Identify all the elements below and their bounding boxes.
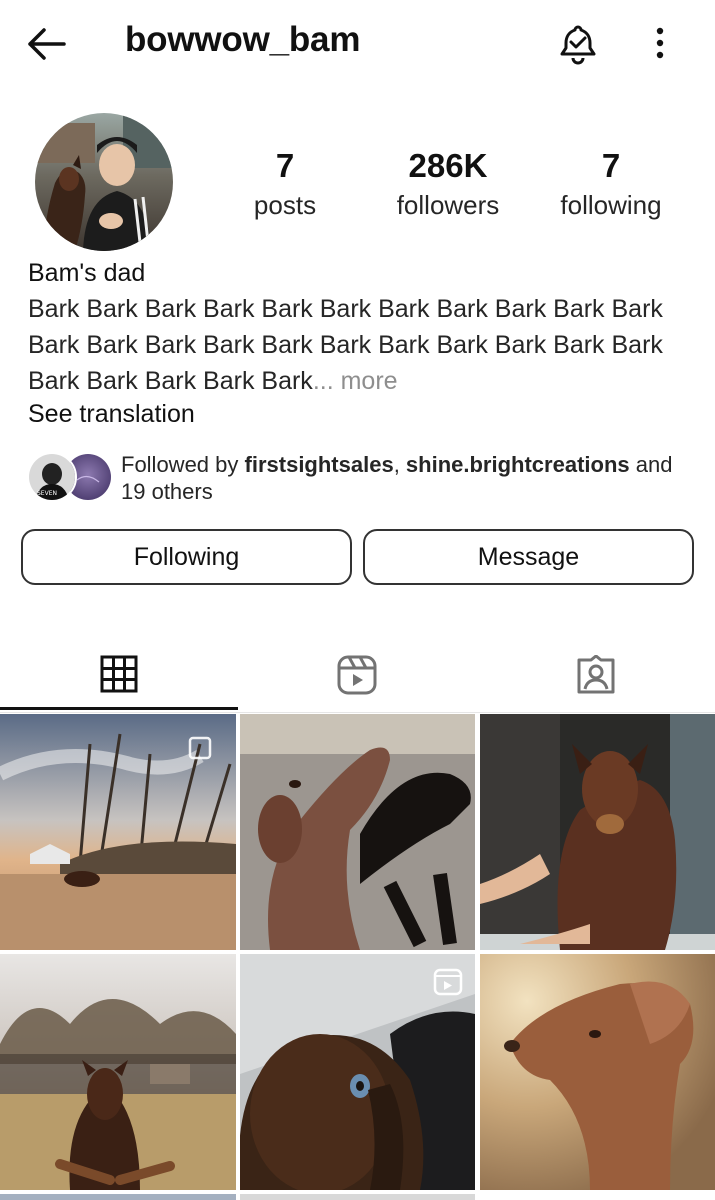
post-thumbnail-6[interactable] <box>480 954 715 1190</box>
post-thumbnail-4[interactable] <box>0 954 236 1190</box>
reels-icon <box>337 655 377 695</box>
display-name: Bam's dad <box>28 259 146 287</box>
profile-username: bowwow_bam <box>125 20 361 59</box>
tab-tagged[interactable] <box>477 640 715 710</box>
following-label: following <box>560 190 662 220</box>
following-button[interactable]: Following <box>21 529 352 585</box>
followers-count: 286K <box>408 147 488 184</box>
post-thumbnail-7[interactable] <box>0 1194 236 1200</box>
post-thumbnail-3[interactable] <box>480 714 715 950</box>
followed-by-separator: , <box>393 452 406 477</box>
following-count: 7 <box>601 147 621 184</box>
stat-posts[interactable]: 7 posts <box>215 146 355 224</box>
profile-avatar[interactable] <box>35 113 173 251</box>
stat-following[interactable]: 7 following <box>541 146 681 224</box>
followed-by-suffix: and <box>629 452 673 477</box>
bio-more-link[interactable]: ... more <box>313 367 398 395</box>
posts-count: 7 <box>275 147 295 184</box>
tab-grid[interactable] <box>0 640 238 710</box>
followed-by-text[interactable]: Followed by firstsightsales, shine.brigh… <box>121 451 691 505</box>
notifications-button[interactable] <box>556 22 600 66</box>
post-thumbnail-2[interactable] <box>240 714 475 950</box>
post-thumbnail-5[interactable] <box>240 954 475 1190</box>
followed-by-user-1[interactable]: firstsightsales <box>245 452 394 477</box>
posts-label: posts <box>253 190 317 220</box>
followed-by-prefix: Followed by <box>121 452 245 477</box>
post-thumbnail-1[interactable] <box>0 714 236 950</box>
grid-icon <box>100 655 138 692</box>
see-translation-link[interactable]: See translation <box>28 400 195 429</box>
more-options-button[interactable] <box>644 22 676 66</box>
arrow-left-icon <box>28 28 66 60</box>
follower-avatar-text: SEVEN <box>37 490 57 497</box>
followed-by-avatars[interactable]: SEVEN <box>27 452 113 502</box>
follower-avatar-1: SEVEN <box>27 452 77 502</box>
stat-followers[interactable]: 286K followers <box>378 146 518 224</box>
followers-label: followers <box>396 190 500 220</box>
back-button[interactable] <box>22 22 70 66</box>
followed-by-user-2[interactable]: shine.brightcreations <box>406 452 630 477</box>
bell-check-icon <box>560 25 596 65</box>
followed-by-others[interactable]: 19 others <box>121 479 213 504</box>
message-button[interactable]: Message <box>363 529 694 585</box>
tagged-person-icon <box>577 655 615 694</box>
tab-reels[interactable] <box>238 640 476 710</box>
profile-tabs <box>0 640 715 713</box>
bio-text: Bark Bark Bark Bark Bark Bark Bark Bark … <box>28 291 698 399</box>
post-thumbnail-8[interactable] <box>240 1194 475 1200</box>
more-vertical-icon <box>656 27 664 59</box>
